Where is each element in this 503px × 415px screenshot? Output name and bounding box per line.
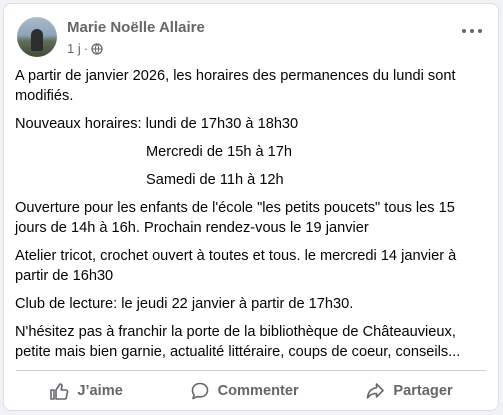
post-body: A partir de janvier 2026, les horaires d… <box>15 66 487 370</box>
more-options-icon[interactable] <box>462 26 482 36</box>
post-paragraph-intro: A partir de janvier 2026, les horaires d… <box>15 68 456 104</box>
share-button[interactable]: Partager <box>365 381 453 401</box>
share-arrow-icon <box>367 383 385 399</box>
post-meta: 1 j · <box>67 41 103 56</box>
post-paragraph-closing: N'hésitez pas à franchir la porte de la … <box>15 324 461 360</box>
meta-separator: · <box>83 41 89 56</box>
post-paragraph-hours-3: Samedi de 11h à 12h <box>146 172 284 188</box>
avatar-figure <box>31 29 43 51</box>
dot <box>470 29 474 33</box>
post-actions-bar: J’aime Commenter Partager <box>16 374 486 408</box>
dot <box>478 29 482 33</box>
post-paragraph-hours-2: Mercredi de 15h à 17h <box>146 144 293 160</box>
thumbs-up-icon <box>50 383 69 400</box>
comment-button[interactable]: Commenter <box>190 381 299 401</box>
author-avatar[interactable] <box>17 17 57 57</box>
post-paragraph-reading: Club de lecture: le jeudi 22 janvier à p… <box>15 296 354 312</box>
post-paragraph-hours-1: Nouveaux horaires: lundi de 17h30 à 18h3… <box>15 116 299 132</box>
post-card: Marie Noëlle Allaire 1 j · A partir de j… <box>3 3 499 411</box>
globe-icon[interactable] <box>91 42 103 55</box>
post-paragraph-knitting: Atelier tricot, crochet ouvert à toutes … <box>15 248 457 284</box>
post-paragraph-kids: Ouverture pour les enfants de l'école "l… <box>15 200 455 236</box>
actions-divider <box>16 370 486 371</box>
comment-label: Commenter <box>217 383 299 399</box>
post-timestamp[interactable]: 1 j <box>67 41 81 56</box>
share-label: Partager <box>393 383 453 399</box>
like-button[interactable]: J’aime <box>49 381 123 401</box>
speech-bubble-icon <box>191 382 208 400</box>
dot <box>462 29 466 33</box>
post-author-name[interactable]: Marie Noëlle Allaire <box>67 19 205 36</box>
like-label: J’aime <box>77 383 123 399</box>
